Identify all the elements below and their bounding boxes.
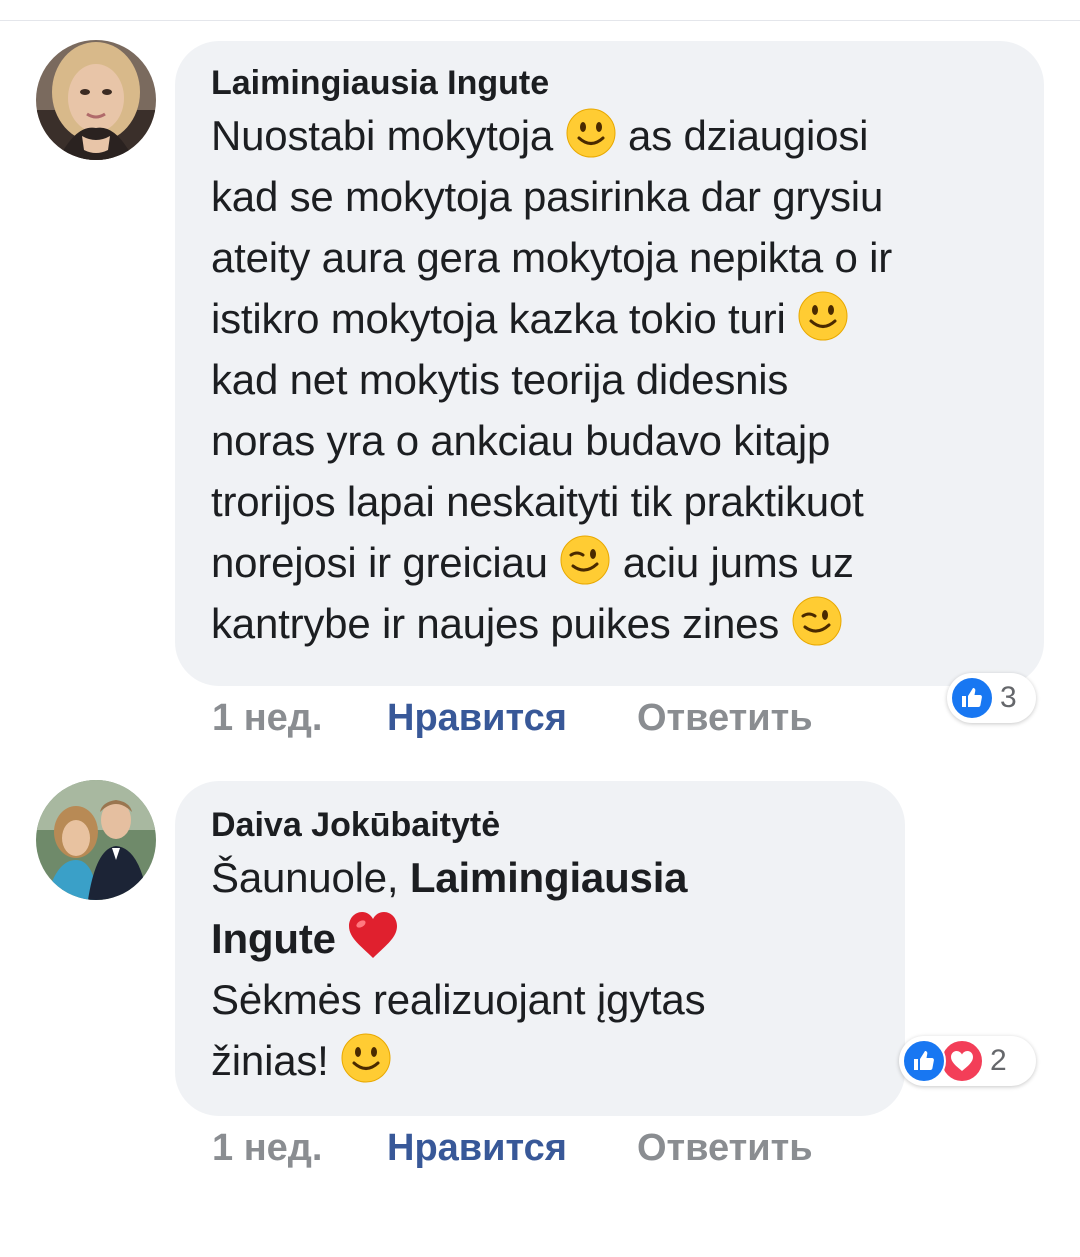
comment-line: kad net mokytis teorija didesnis bbox=[211, 356, 789, 403]
comment-line: Ingute bbox=[211, 908, 869, 969]
comment-timestamp[interactable]: 1 нед. bbox=[212, 1126, 387, 1170]
comment-line: Sėkmės realizuojant įgytas bbox=[211, 976, 706, 1023]
reply-button[interactable]: Ответить bbox=[637, 696, 813, 740]
avatar-laimingiausia-ingute[interactable] bbox=[36, 40, 156, 160]
comment-line: noras yra o ankciau budavo kitajp bbox=[211, 417, 831, 464]
winking-face-emoji bbox=[791, 595, 843, 647]
comment-actions: 1 нед. Нравится Ответить bbox=[212, 696, 813, 740]
winking-face-emoji bbox=[559, 534, 611, 586]
comment-text: Nuostabi mokytoja as dziaugiosi kad se m… bbox=[211, 105, 1008, 654]
top-divider bbox=[0, 20, 1080, 21]
comment-text: Šaunuole, Laimingiausia Ingute Sėkmės re… bbox=[211, 847, 869, 1091]
comment-line: Šaunuole, Laimingiausia bbox=[211, 854, 688, 901]
comment-line: Nuostabi mokytoja as dziaugiosi bbox=[211, 105, 1008, 166]
red-heart-emoji bbox=[347, 910, 399, 962]
comment-author[interactable]: Laimingiausia Ingute bbox=[211, 61, 1008, 105]
avatar-daiva-jokubaityte[interactable] bbox=[36, 780, 156, 900]
slightly-smiling-face-emoji bbox=[565, 107, 617, 159]
reply-button[interactable]: Ответить bbox=[637, 1126, 813, 1170]
comment-actions: 1 нед. Нравится Ответить bbox=[212, 1126, 813, 1170]
reaction-count: 3 bbox=[1000, 681, 1017, 714]
slightly-smiling-face-emoji bbox=[340, 1032, 392, 1084]
comment-line: istikro mokytoja kazka tokio turi bbox=[211, 288, 1008, 349]
comment-line: ateity aura gera mokytoja nepikta o ir bbox=[211, 234, 893, 281]
slightly-smiling-face-emoji bbox=[797, 290, 849, 342]
comment-line: žinias! bbox=[211, 1030, 869, 1091]
comment-bubble: Laimingiausia Ingute Nuostabi mokytoja a… bbox=[175, 41, 1044, 686]
reactions-summary[interactable]: 2 bbox=[899, 1036, 1036, 1086]
comment-line: trorijos lapai neskaityti tik praktikuot bbox=[211, 478, 864, 525]
love-icon bbox=[940, 1039, 984, 1083]
like-button[interactable]: Нравится bbox=[387, 696, 637, 740]
reaction-count: 2 bbox=[990, 1044, 1007, 1077]
comment-line: norejosi ir greiciau aciu jums uz bbox=[211, 532, 1008, 593]
like-icon bbox=[950, 676, 994, 720]
comment-timestamp[interactable]: 1 нед. bbox=[212, 696, 387, 740]
reactions-summary[interactable]: 3 bbox=[947, 673, 1036, 723]
comment-line: kantrybe ir naujes puikes zines bbox=[211, 593, 1008, 654]
comment-line: kad se mokytoja pasirinka dar grysiu bbox=[211, 173, 884, 220]
like-icon bbox=[902, 1039, 946, 1083]
comment-author[interactable]: Daiva Jokūbaitytė bbox=[211, 803, 869, 847]
mention-link[interactable]: Ingute bbox=[211, 915, 336, 962]
like-button[interactable]: Нравится bbox=[387, 1126, 637, 1170]
comment-bubble: Daiva Jokūbaitytė Šaunuole, Laimingiausi… bbox=[175, 781, 905, 1116]
mention-link[interactable]: Laimingiausia bbox=[410, 854, 688, 901]
